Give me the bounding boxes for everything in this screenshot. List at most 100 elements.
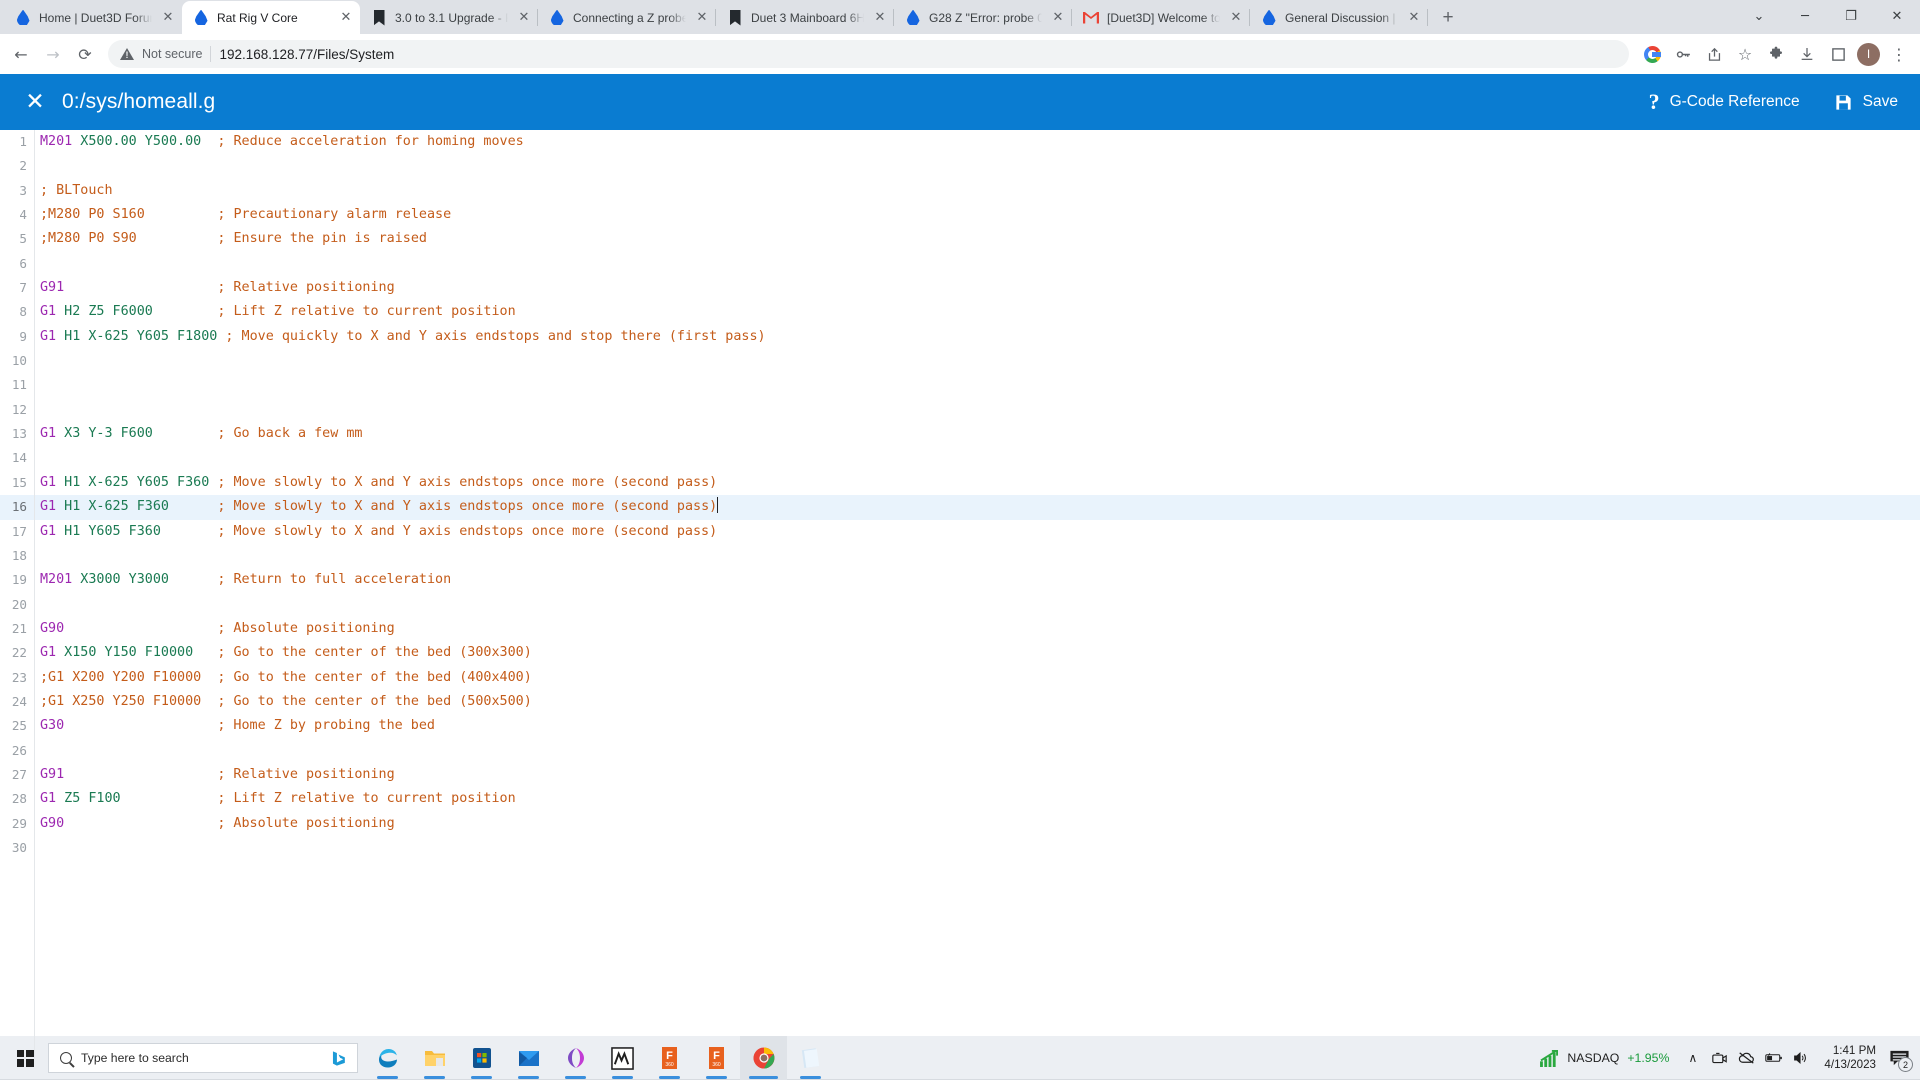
code-line[interactable]: 7 G91 ; Relative positioning [0,276,1920,300]
code-line[interactable]: 23 ;G1 X200 Y200 F10000 ; Go to the center… [0,666,1920,690]
tab-label: [Duet3D] Welcome to Due [1107,10,1220,25]
close-window-button[interactable]: ✕ [1874,0,1920,32]
code-line[interactable]: 10 [0,349,1920,373]
tab-close-button[interactable]: ✕ [1228,10,1244,26]
tab-close-button[interactable]: ✕ [338,10,354,26]
code-line[interactable]: 8 G1 H2 Z5 F6000 ; Lift Z relative to curr… [0,300,1920,324]
comment-token: ; Relative positioning [217,280,395,296]
reload-button[interactable]: ⟳ [70,39,100,69]
camera-icon[interactable] [1706,1036,1733,1080]
code-line[interactable]: 21 G90 ; Absolute positioning [0,617,1920,641]
taskbar-app-notepad-icon[interactable] [787,1036,834,1080]
maximize-button[interactable]: ❐ [1828,0,1874,32]
bing-icon[interactable] [328,1048,349,1069]
back-button[interactable]: ← [6,39,36,69]
browser-tab[interactable]: Connecting a Z probe | Du ✕ [538,1,716,34]
taskbar-app-file-explorer-icon[interactable] [411,1036,458,1080]
tab-close-button[interactable]: ✕ [1050,10,1066,26]
taskbar-app-office-icon[interactable] [552,1036,599,1080]
forward-button[interactable]: → [38,39,68,69]
downloads-icon[interactable] [1792,39,1822,69]
line-source: G1 H1 X-625 F360 ; Move slowly to X and Y… [34,495,719,519]
code-line[interactable]: 26 [0,739,1920,763]
tab-close-button[interactable]: ✕ [516,10,532,26]
battery-icon[interactable] [1760,1036,1787,1080]
taskbar-app-fusion360-icon[interactable]: F 360 [646,1036,693,1080]
taskbar-app-edge-icon[interactable] [364,1036,411,1080]
speaker-icon[interactable] [1787,1036,1814,1080]
browser-tab[interactable]: General Discussion | Duet3 ✕ [1250,1,1428,34]
code-line[interactable]: 28 G1 Z5 F100 ; Lift Z relative to current… [0,787,1920,811]
code-line[interactable]: 13 G1 X3 Y-3 F600 ; Go back a few mm [0,422,1920,446]
browser-tab[interactable]: Rat Rig V Core ✕ [182,1,360,34]
line-number: 12 [11,401,27,417]
code-line[interactable]: 3 ; BLTouch [0,179,1920,203]
extensions-puzzle-icon[interactable] [1761,39,1791,69]
gcode-reference-button[interactable]: ? G-Code Reference [1649,89,1800,115]
tab-label: Rat Rig V Core [217,10,298,25]
bookmark-star-icon[interactable]: ☆ [1730,39,1760,69]
tray-overflow-icon[interactable]: ∧ [1679,1036,1706,1080]
code-line[interactable]: 5 ;M280 P0 S90 ; Ensure the pin is raised [0,227,1920,251]
chrome-menu-icon[interactable]: ⋮ [1884,39,1914,69]
browser-tab[interactable]: Duet 3 Mainboard 6HC ✕ [716,1,894,34]
password-key-icon[interactable] [1668,39,1698,69]
code-line[interactable]: 17 G1 H1 Y605 F360 ; Move slowly to X and … [0,520,1920,544]
code-line[interactable]: 9 G1 H1 X-625 Y605 F1800 ; Move quickly to… [0,325,1920,349]
code-line[interactable]: 14 [0,446,1920,470]
browser-tab[interactable]: G28 Z "Error: probe 0 not f ✕ [894,1,1072,34]
new-tab-button[interactable]: + [1434,3,1462,31]
browser-tab[interactable]: Home | Duet3D Forum ✕ [4,1,182,34]
share-icon[interactable] [1699,39,1729,69]
code-line[interactable]: 30 [0,836,1920,860]
code-editor[interactable]: 1 M201 X500.00 Y500.00 ; Reduce accelerati… [0,130,1920,1058]
code-line[interactable]: 29 G90 ; Absolute positioning [0,812,1920,836]
code-line[interactable]: 15 G1 H1 X-625 Y605 F360 ; Move slowly to … [0,471,1920,495]
taskbar-app-fusion360-icon-2[interactable]: F 360 [693,1036,740,1080]
browser-tab[interactable]: [Duet3D] Welcome to Due ✕ [1072,1,1250,34]
start-button[interactable] [2,1036,48,1080]
line-source: ;G1 X200 Y200 F10000 ; Go to the center o… [34,666,532,690]
side-panel-icon[interactable] [1823,39,1853,69]
close-editor-button[interactable]: ✕ [18,85,52,119]
address-bar[interactable]: ! Not secure 192.168.128.77/Files/System [108,40,1629,68]
taskbar-app-matterhackers-icon[interactable] [599,1036,646,1080]
code-line[interactable]: 1 M201 X500.00 Y500.00 ; Reduce accelerati… [0,130,1920,154]
notification-center-button[interactable]: 2 [1884,1036,1914,1080]
tab-close-button[interactable]: ✕ [872,10,888,26]
comment-token: ; BLTouch [40,182,113,198]
line-source: G90 ; Absolute positioning [34,617,395,641]
code-line[interactable]: 11 [0,373,1920,397]
code-line[interactable]: 20 [0,593,1920,617]
gcode-parameter-token: H1 X-625 Y605 F360 [56,474,210,490]
browser-tab[interactable]: 3.0 to 3.1 Upgrade - Rat Ri ✕ [360,1,538,34]
code-line[interactable]: 27 G91 ; Relative positioning [0,763,1920,787]
code-line[interactable]: 2 [0,154,1920,178]
cloud-off-icon[interactable] [1733,1036,1760,1080]
code-line[interactable]: 25 G30 ; Home Z by probing the bed [0,714,1920,738]
code-line[interactable]: 24 ;G1 X250 Y250 F10000 ; Go to the center… [0,690,1920,714]
google-search-icon[interactable] [1637,39,1667,69]
code-line[interactable]: 18 [0,544,1920,568]
code-line[interactable]: 16 G1 H1 X-625 F360 ; Move slowly to X and… [0,495,1920,520]
profile-avatar[interactable]: I [1857,42,1880,66]
taskbar-search[interactable]: Type here to search [48,1043,358,1073]
code-line[interactable]: 19 M201 X3000 Y3000 ; Return to full accel… [0,568,1920,592]
tab-close-button[interactable]: ✕ [160,10,176,26]
taskbar-app-microsoft-store-icon[interactable] [458,1036,505,1080]
code-line[interactable]: 6 [0,252,1920,276]
code-lines[interactable]: 1 M201 X500.00 Y500.00 ; Reduce accelerati… [0,130,1920,860]
tab-close-button[interactable]: ✕ [1406,10,1422,26]
taskbar-app-chrome-icon[interactable] [740,1036,787,1080]
code-line[interactable]: 12 [0,398,1920,422]
minimize-button[interactable]: ─ [1782,0,1828,32]
code-line[interactable]: 4 ;M280 P0 S160 ; Precautionary alarm rele… [0,203,1920,227]
stock-widget[interactable]: NASDAQ +1.95% [1536,1050,1679,1067]
save-button[interactable]: Save [1834,93,1898,112]
tab-search-button[interactable]: ⌄ [1736,0,1782,32]
code-line[interactable]: 22 G1 X150 Y150 F10000 ; Go to the center … [0,641,1920,665]
line-number: 26 [11,742,27,758]
taskbar-clock[interactable]: 1:41 PM 4/13/2023 [1814,1044,1884,1072]
taskbar-app-mail-icon[interactable] [505,1036,552,1080]
tab-close-button[interactable]: ✕ [694,10,710,26]
